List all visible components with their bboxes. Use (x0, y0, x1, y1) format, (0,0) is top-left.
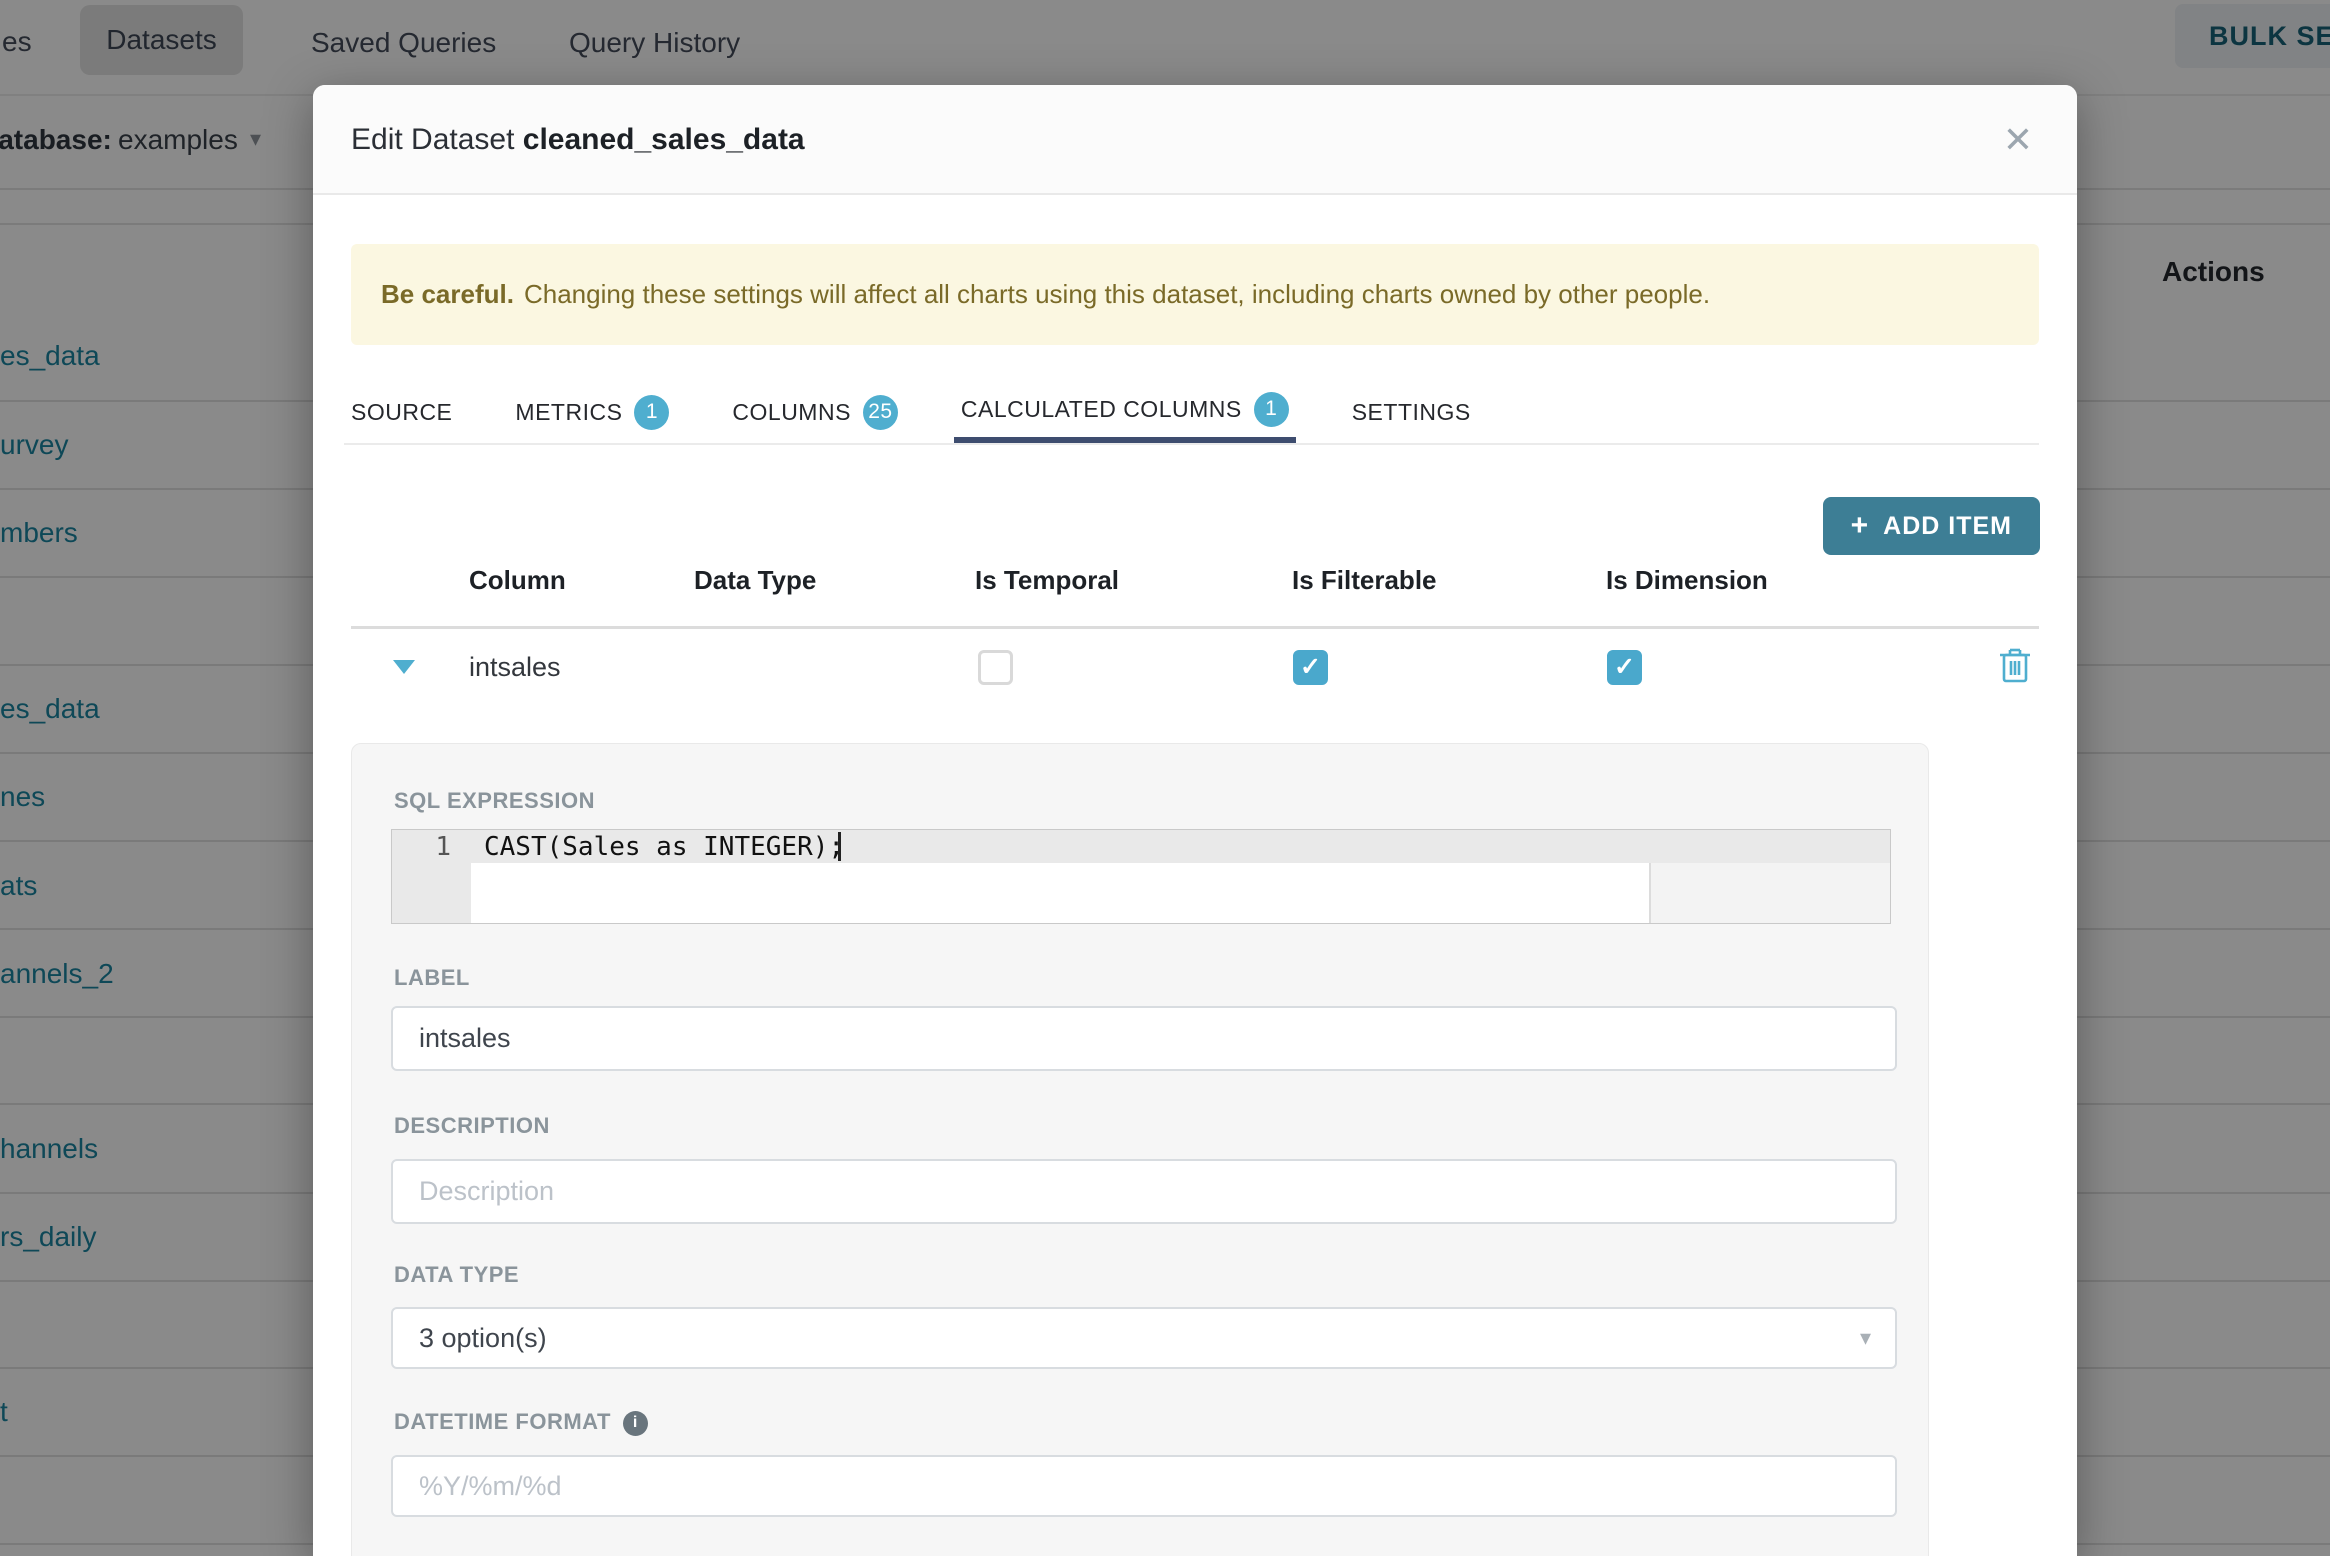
tab-label: METRICS (515, 398, 623, 425)
column-header-is-dimension: Is Dimension (1606, 565, 1768, 595)
label-input[interactable] (391, 1006, 1897, 1071)
close-icon[interactable]: ✕ (2003, 119, 2033, 161)
data-type-field-label: DATA TYPE (394, 1262, 520, 1287)
info-icon[interactable]: i (622, 1410, 648, 1436)
modal-tabbar: SOURCE METRICS 1 COLUMNS 25 CALCULATED C… (344, 381, 2039, 445)
column-header-is-temporal: Is Temporal (975, 565, 1120, 595)
data-type-value: 3 option(s) (419, 1322, 547, 1353)
datetime-format-input[interactable] (391, 1455, 1897, 1517)
column-header-is-filterable: Is Filterable (1292, 565, 1437, 595)
check-icon: ✓ (1300, 653, 1321, 681)
tab-columns[interactable]: COLUMNS 25 (725, 381, 905, 443)
table-header-divider (351, 626, 2039, 629)
sql-expression-code: CAST(Sales as INTEGER); (484, 832, 845, 862)
select-caret-icon: ▾ (1859, 1325, 1871, 1350)
add-item-button[interactable]: + ADD ITEM (1822, 497, 2040, 555)
tab-metrics[interactable]: METRICS 1 (508, 381, 676, 443)
datetime-format-field-label: DATETIME FORMAT i (394, 1409, 648, 1436)
column-header-column: Column (469, 565, 566, 595)
calculated-column-detail-panel: SQL EXPRESSION 1 CAST(Sales as INTEGER);… (351, 743, 1929, 1556)
modal-header: Edit Dataset cleaned_sales_data ✕ (313, 85, 2077, 195)
tab-count-badge: 1 (634, 394, 670, 430)
description-input[interactable] (391, 1159, 1897, 1224)
sql-expression-label: SQL EXPRESSION (394, 788, 595, 813)
is-dimension-checkbox[interactable]: ✓ (1607, 650, 1642, 685)
label-field-label: LABEL (394, 965, 470, 990)
tab-settings[interactable]: SETTINGS (1345, 381, 1478, 443)
is-temporal-checkbox[interactable]: ✓ (978, 650, 1013, 685)
delete-row-trash-icon[interactable] (1999, 646, 2031, 684)
tab-label: SETTINGS (1351, 398, 1471, 425)
is-filterable-checkbox[interactable]: ✓ (1293, 650, 1328, 685)
tab-source[interactable]: SOURCE (344, 381, 459, 443)
screen: es Datasets Saved Queries Query History … (0, 0, 2330, 1556)
warning-banner-bold: Be careful. (381, 279, 514, 309)
column-header-data-type: Data Type (694, 565, 817, 595)
editor-gutter: 1 (392, 830, 471, 923)
modal-title-prefix: Edit Dataset (351, 123, 523, 156)
add-item-label: ADD ITEM (1883, 511, 2012, 540)
tab-count-badge: 25 (862, 394, 898, 430)
editor-cursor (838, 832, 841, 861)
check-icon: ✓ (1614, 653, 1635, 681)
modal-title: Edit Dataset cleaned_sales_data (351, 123, 805, 157)
tab-label: CALCULATED COLUMNS (960, 395, 1242, 422)
data-type-select[interactable]: 3 option(s) ▾ (391, 1307, 1897, 1369)
description-field-label: DESCRIPTION (394, 1113, 550, 1138)
tab-calculated-columns[interactable]: CALCULATED COLUMNS 1 (953, 381, 1296, 443)
warning-banner: Be careful. Changing these settings will… (351, 244, 2039, 345)
plus-icon: + (1850, 509, 1870, 542)
tab-count-badge: 1 (1253, 391, 1289, 427)
datetime-format-label-text: DATETIME FORMAT (394, 1409, 611, 1434)
sql-expression-editor[interactable]: 1 CAST(Sales as INTEGER); (391, 829, 1891, 924)
calculated-column-name: intsales (469, 652, 561, 682)
modal-title-dataset-name: cleaned_sales_data (522, 123, 805, 156)
tab-label: SOURCE (351, 398, 453, 425)
edit-dataset-modal: Edit Dataset cleaned_sales_data ✕ Be car… (313, 85, 2077, 1556)
tab-label: COLUMNS (732, 398, 851, 425)
collapse-row-caret-icon[interactable] (393, 660, 415, 674)
warning-banner-text: Changing these settings will affect all … (523, 279, 1711, 309)
